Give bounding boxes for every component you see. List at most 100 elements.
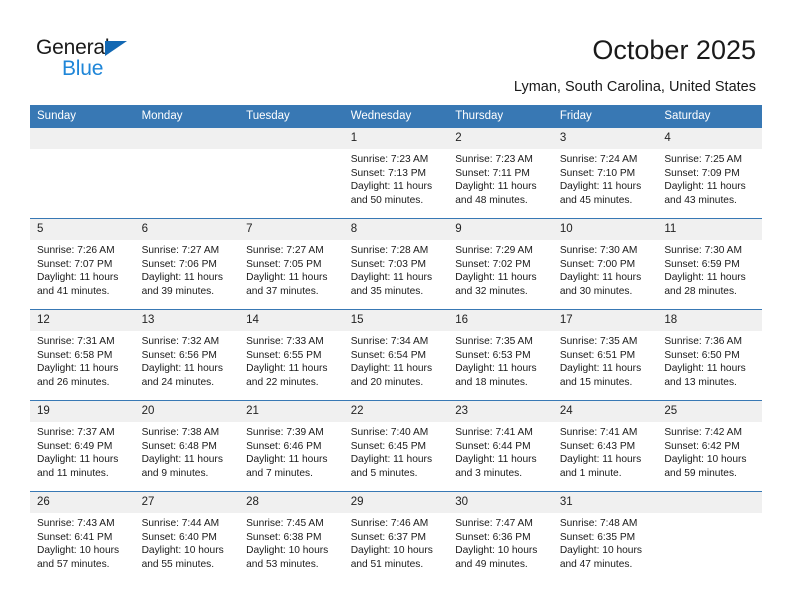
calendar-day-cell[interactable]: 4 Sunrise: 7:25 AM Sunset: 7:09 PM Daylig… (657, 128, 762, 219)
calendar-week-row: 5 Sunrise: 7:26 AM Sunset: 7:07 PM Daylig… (30, 218, 762, 310)
calendar-day-cell[interactable]: 6 Sunrise: 7:27 AM Sunset: 7:06 PM Daylig… (134, 218, 240, 310)
calendar-week-row: 26 Sunrise: 7:43 AM Sunset: 6:41 PM Dayli… (30, 491, 762, 582)
calendar-day-cell[interactable]: 8 Sunrise: 7:28 AM Sunset: 7:03 PM Daylig… (343, 218, 449, 310)
day-number (30, 128, 135, 149)
day-number: 13 (134, 310, 240, 331)
sun-times-info: Sunrise: 7:46 AM Sunset: 6:37 PM Dayligh… (350, 518, 433, 570)
day-number: 19 (30, 401, 135, 422)
calendar-week-row: 12 Sunrise: 7:31 AM Sunset: 6:58 PM Dayli… (30, 309, 762, 401)
calendar-day-cell[interactable]: 28 Sunrise: 7:45 AM Sunset: 6:38 PM Dayli… (239, 491, 344, 582)
sun-times-info: Sunrise: 7:31 AM Sunset: 6:58 PM Dayligh… (37, 336, 119, 388)
sun-times-info: Sunrise: 7:47 AM Sunset: 6:36 PM Dayligh… (455, 518, 538, 570)
calendar-day-cell[interactable]: 17 Sunrise: 7:35 AM Sunset: 6:51 PM Dayli… (552, 309, 658, 401)
calendar-page: General Blue October 2025 Lyman, South C… (0, 0, 792, 612)
calendar-day-cell[interactable]: 25 Sunrise: 7:42 AM Sunset: 6:42 PM Dayli… (657, 400, 762, 492)
calendar-day-cell[interactable]: 31 Sunrise: 7:48 AM Sunset: 6:35 PM Dayli… (552, 491, 658, 582)
calendar-day-cell[interactable]: 22 Sunrise: 7:40 AM Sunset: 6:45 PM Dayli… (343, 400, 449, 492)
sun-times-info: Sunrise: 7:28 AM Sunset: 7:03 PM Dayligh… (350, 245, 433, 297)
weekday-header-tuesday: Tuesday (239, 105, 344, 128)
calendar-day-cell[interactable]: 9 Sunrise: 7:29 AM Sunset: 7:02 PM Daylig… (448, 218, 553, 310)
weekday-header-monday: Monday (134, 105, 240, 128)
calendar-day-cell[interactable]: 3 Sunrise: 7:24 AM Sunset: 7:10 PM Daylig… (552, 128, 658, 219)
day-number: 27 (134, 492, 240, 513)
sun-times-info: Sunrise: 7:32 AM Sunset: 6:56 PM Dayligh… (141, 336, 223, 388)
sun-times-info: Sunrise: 7:43 AM Sunset: 6:41 PM Dayligh… (37, 518, 120, 570)
calendar-day-cell[interactable]: 11 Sunrise: 7:30 AM Sunset: 6:59 PM Dayli… (657, 218, 762, 310)
calendar-cell-empty (134, 128, 240, 219)
sun-times-info: Sunrise: 7:35 AM Sunset: 6:53 PM Dayligh… (455, 336, 537, 388)
calendar-day-cell[interactable]: 5 Sunrise: 7:26 AM Sunset: 7:07 PM Daylig… (30, 218, 135, 310)
day-number: 2 (448, 128, 553, 149)
sun-times-info: Sunrise: 7:36 AM Sunset: 6:50 PM Dayligh… (664, 336, 746, 388)
page-title: October 2025 (592, 35, 756, 65)
logo-triangle-icon (105, 41, 127, 56)
sun-times-info: Sunrise: 7:41 AM Sunset: 6:43 PM Dayligh… (559, 427, 642, 479)
calendar-day-cell[interactable]: 1 Sunrise: 7:23 AM Sunset: 7:13 PM Daylig… (343, 128, 449, 219)
sun-times-info: Sunrise: 7:23 AM Sunset: 7:13 PM Dayligh… (350, 154, 433, 206)
calendar-day-cell[interactable]: 27 Sunrise: 7:44 AM Sunset: 6:40 PM Dayli… (134, 491, 240, 582)
calendar-cell-empty (239, 128, 344, 219)
day-number: 15 (343, 310, 449, 331)
calendar-day-cell[interactable]: 26 Sunrise: 7:43 AM Sunset: 6:41 PM Dayli… (30, 491, 135, 582)
calendar-container: Sunday Monday Tuesday Wednesday Thursday Frid… (30, 105, 762, 582)
day-number: 24 (552, 401, 658, 422)
weekday-header-sunday: Sunday (30, 105, 135, 128)
sun-times-info: Sunrise: 7:34 AM Sunset: 6:54 PM Dayligh… (350, 336, 433, 388)
sun-times-info: Sunrise: 7:39 AM Sunset: 6:46 PM Dayligh… (246, 427, 328, 479)
calendar-day-cell[interactable]: 19 Sunrise: 7:37 AM Sunset: 6:49 PM Dayli… (30, 400, 135, 492)
sun-times-info: Sunrise: 7:27 AM Sunset: 7:05 PM Dayligh… (246, 245, 328, 297)
day-number: 11 (657, 219, 762, 240)
day-number: 3 (552, 128, 658, 149)
day-number: 29 (343, 492, 449, 513)
calendar-day-cell[interactable]: 21 Sunrise: 7:39 AM Sunset: 6:46 PM Dayli… (239, 400, 344, 492)
calendar-body: 1 Sunrise: 7:23 AM Sunset: 7:13 PM Daylig… (30, 128, 762, 582)
day-number: 22 (343, 401, 449, 422)
day-number (134, 128, 240, 149)
calendar-day-cell[interactable]: 12 Sunrise: 7:31 AM Sunset: 6:58 PM Dayli… (30, 309, 135, 401)
calendar-day-cell[interactable]: 20 Sunrise: 7:38 AM Sunset: 6:48 PM Dayli… (134, 400, 240, 492)
calendar-day-cell[interactable]: 2 Sunrise: 7:23 AM Sunset: 7:11 PM Daylig… (448, 128, 553, 219)
sun-times-info: Sunrise: 7:33 AM Sunset: 6:55 PM Dayligh… (246, 336, 328, 388)
sun-times-info: Sunrise: 7:24 AM Sunset: 7:10 PM Dayligh… (559, 154, 642, 206)
day-number: 25 (657, 401, 762, 422)
calendar-day-cell[interactable]: 23 Sunrise: 7:41 AM Sunset: 6:44 PM Dayli… (448, 400, 553, 492)
sun-times-info: Sunrise: 7:44 AM Sunset: 6:40 PM Dayligh… (141, 518, 224, 570)
calendar-day-cell[interactable]: 14 Sunrise: 7:33 AM Sunset: 6:55 PM Dayli… (239, 309, 344, 401)
day-number: 5 (30, 219, 135, 240)
day-number: 31 (552, 492, 658, 513)
day-number: 9 (448, 219, 553, 240)
calendar-day-cell[interactable]: 16 Sunrise: 7:35 AM Sunset: 6:53 PM Dayli… (448, 309, 553, 401)
sun-times-info: Sunrise: 7:35 AM Sunset: 6:51 PM Dayligh… (559, 336, 642, 388)
generalblue-logo[interactable]: General Blue (36, 36, 146, 82)
calendar-day-cell[interactable]: 18 Sunrise: 7:36 AM Sunset: 6:50 PM Dayli… (657, 309, 762, 401)
calendar-day-cell[interactable]: 10 Sunrise: 7:30 AM Sunset: 7:00 PM Dayli… (552, 218, 658, 310)
sun-times-info: Sunrise: 7:48 AM Sunset: 6:35 PM Dayligh… (559, 518, 642, 570)
day-number: 26 (30, 492, 135, 513)
sun-times-info: Sunrise: 7:38 AM Sunset: 6:48 PM Dayligh… (141, 427, 223, 479)
day-number: 23 (448, 401, 553, 422)
calendar-cell-empty (30, 128, 135, 219)
weekday-header-saturday: Saturday (657, 105, 762, 128)
day-number: 21 (239, 401, 344, 422)
calendar-day-cell[interactable]: 7 Sunrise: 7:27 AM Sunset: 7:05 PM Daylig… (239, 218, 344, 310)
sun-times-info: Sunrise: 7:40 AM Sunset: 6:45 PM Dayligh… (350, 427, 433, 479)
sun-times-info: Sunrise: 7:29 AM Sunset: 7:02 PM Dayligh… (455, 245, 537, 297)
calendar-day-cell[interactable]: 15 Sunrise: 7:34 AM Sunset: 6:54 PM Dayli… (343, 309, 449, 401)
sun-times-info: Sunrise: 7:41 AM Sunset: 6:44 PM Dayligh… (455, 427, 537, 479)
calendar-day-cell[interactable]: 29 Sunrise: 7:46 AM Sunset: 6:37 PM Dayli… (343, 491, 449, 582)
day-number: 18 (657, 310, 762, 331)
day-number: 8 (343, 219, 449, 240)
calendar-cell-empty (657, 491, 762, 582)
sun-times-info: Sunrise: 7:25 AM Sunset: 7:09 PM Dayligh… (664, 154, 746, 206)
sun-times-info: Sunrise: 7:23 AM Sunset: 7:11 PM Dayligh… (455, 154, 537, 206)
calendar-day-cell[interactable]: 13 Sunrise: 7:32 AM Sunset: 6:56 PM Dayli… (134, 309, 240, 401)
sun-times-info: Sunrise: 7:26 AM Sunset: 7:07 PM Dayligh… (37, 245, 119, 297)
page-location: Lyman, South Carolina, United States (513, 79, 756, 95)
calendar-day-cell[interactable]: 30 Sunrise: 7:47 AM Sunset: 6:36 PM Dayli… (448, 491, 553, 582)
day-number: 14 (239, 310, 344, 331)
calendar-day-cell[interactable]: 24 Sunrise: 7:41 AM Sunset: 6:43 PM Dayli… (552, 400, 658, 492)
day-number (239, 128, 344, 149)
day-number: 30 (448, 492, 553, 513)
weekday-header-wednesday: Wednesday (343, 105, 449, 128)
sun-times-info: Sunrise: 7:27 AM Sunset: 7:06 PM Dayligh… (141, 245, 223, 297)
